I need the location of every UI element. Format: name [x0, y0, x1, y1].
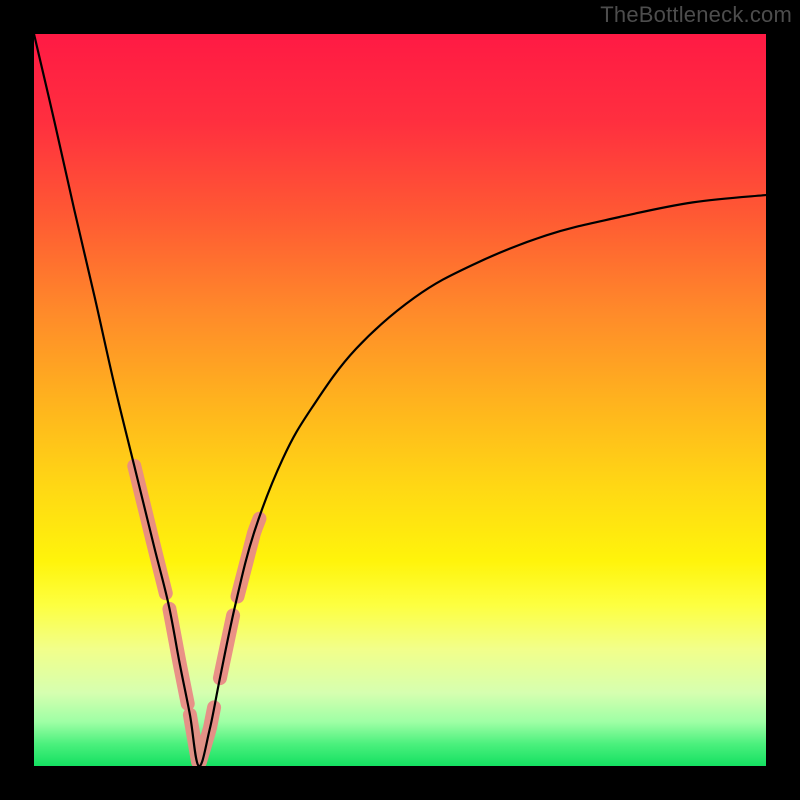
- curve-path: [34, 34, 766, 766]
- marker-layer: [134, 466, 259, 762]
- chart-frame: TheBottleneck.com: [0, 0, 800, 800]
- bottleneck-curve: [34, 34, 766, 766]
- watermark-text: TheBottleneck.com: [600, 2, 792, 28]
- plot-area: [34, 34, 766, 766]
